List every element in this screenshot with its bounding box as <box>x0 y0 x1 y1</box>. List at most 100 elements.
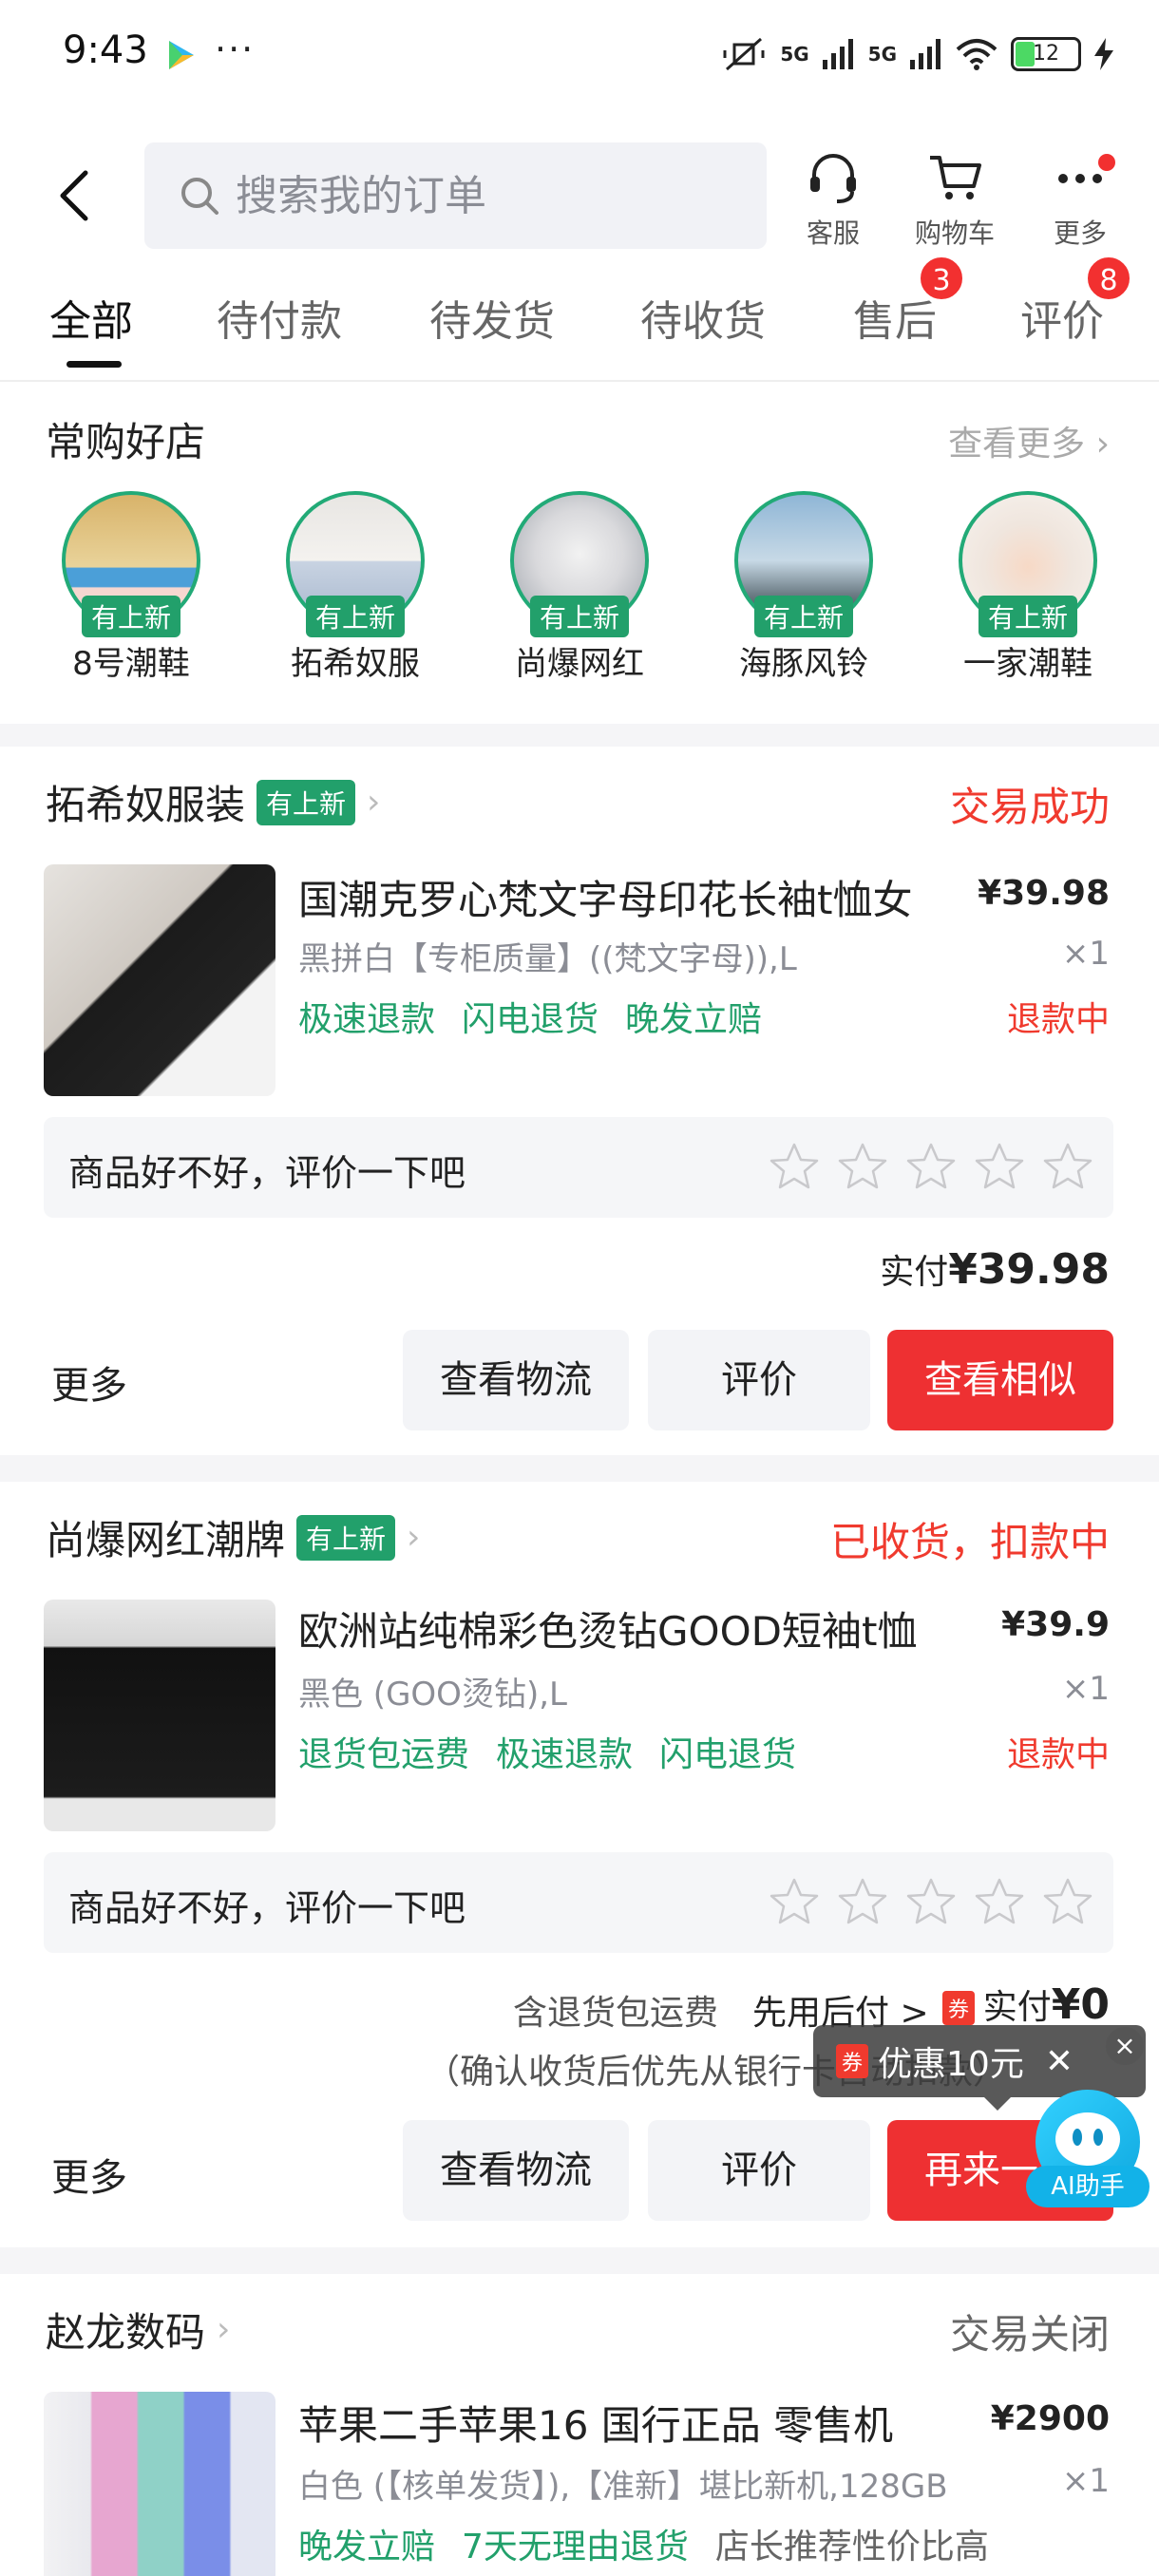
paid-value: ¥0 <box>1051 1980 1110 2029</box>
tab-pending-receipt[interactable]: 待收货 <box>640 287 766 348</box>
product-image[interactable] <box>44 1600 276 1831</box>
shop-item[interactable]: 有上新 拓希奴服 <box>275 491 436 684</box>
more-actions-button[interactable]: 更多 <box>51 1354 127 1410</box>
store-header[interactable]: 尚爆网红潮牌 有上新 › <box>46 1508 420 1566</box>
store-name: 尚爆网红潮牌 <box>46 1517 286 1563</box>
charging-icon <box>1094 38 1113 70</box>
back-icon[interactable] <box>55 169 93 222</box>
search-icon <box>181 178 218 215</box>
service-tag: 闪电退货 <box>659 1735 797 1774</box>
coupon-icon: 券 <box>836 2044 869 2078</box>
star-icon[interactable] <box>975 1877 1024 1926</box>
product-price: ¥39.98 <box>978 874 1110 913</box>
shop-item[interactable]: 有上新 海豚风铃 <box>723 491 884 684</box>
tab-pending-shipment[interactable]: 待发货 <box>429 287 555 348</box>
service-tags: 晚发立赔 7天无理由退货 店长推荐性价比高 <box>298 2519 989 2568</box>
service-tag: 极速退款 <box>298 1000 436 1039</box>
paid-amount: 实付¥39.98 <box>880 1244 1110 1294</box>
shop-item[interactable]: 有上新 一家潮鞋 <box>947 491 1109 684</box>
coupon-tooltip[interactable]: 券 优惠10元 ✕ <box>813 2025 1146 2111</box>
star-icon[interactable] <box>838 1877 887 1926</box>
store-header[interactable]: 赵龙数码 › <box>46 2301 230 2358</box>
star-icon[interactable] <box>770 1877 819 1926</box>
paid-value: ¥39.98 <box>948 1245 1110 1294</box>
view-logistics-button[interactable]: 查看物流 <box>403 1330 629 1430</box>
star-icon[interactable] <box>1043 1877 1092 1926</box>
search-box[interactable] <box>144 142 767 249</box>
star-icon[interactable] <box>1043 1142 1092 1191</box>
shop-name: 拓希奴服 <box>291 645 420 683</box>
close-icon[interactable]: ✕ <box>1045 2042 1074 2081</box>
search-row: 客服 购物车 更多 <box>0 133 1159 256</box>
product-title[interactable]: 欧洲站纯棉彩色烫钻GOOD短袖t恤 <box>298 1600 917 1657</box>
paid-label: 实付 <box>880 1253 949 1292</box>
product-price: ¥39.9 <box>1001 1605 1110 1644</box>
more-label: 更多 <box>1053 218 1107 249</box>
new-arrival-tag: 有上新 <box>256 779 356 825</box>
shop-name: 尚爆网红 <box>515 645 644 683</box>
product-image[interactable] <box>44 864 276 1096</box>
shop-name: 一家潮鞋 <box>963 645 1092 683</box>
active-tab-indicator <box>66 361 122 368</box>
tab-all[interactable]: 全部 <box>49 287 133 368</box>
store-name: 拓希奴服装 <box>46 782 246 828</box>
tab-reviews-label: 评价 <box>1020 297 1104 346</box>
tab-after-sales[interactable]: 售后 <box>853 287 937 348</box>
store-header[interactable]: 拓希奴服装 有上新 › <box>46 773 380 831</box>
top-header: 9:43 ··· 5G 5G 12 搜索我的订单 客服 购物车 更多 全部 待付… <box>0 0 1159 382</box>
wifi-icon <box>956 39 998 70</box>
rating-stars[interactable] <box>770 1877 1092 1926</box>
product-image[interactable] <box>44 2392 276 2576</box>
view-logistics-button[interactable]: 查看物流 <box>403 2120 629 2221</box>
more-actions-button[interactable]: 更多 <box>51 2147 127 2202</box>
product-spec: 白色 (【核单发货】),【准新】堪比新机,128GB <box>298 2468 948 2506</box>
shop-item[interactable]: 有上新 8号潮鞋 <box>50 491 212 684</box>
view-similar-button[interactable]: 查看相似 <box>887 1330 1113 1430</box>
refund-status[interactable]: 退款中 <box>1007 1727 1110 1776</box>
more-menu-button[interactable]: 更多 <box>1028 150 1132 249</box>
paid-amount: 实付¥0 <box>983 1979 1110 2029</box>
status-right: 5G 5G 12 <box>721 32 1113 76</box>
fav-shops-card: 常购好店 查看更多 › 有上新 8号潮鞋 有上新 拓希奴服 有上新 尚爆网红 有… <box>0 382 1159 724</box>
cart-button[interactable]: 购物车 <box>902 150 1007 249</box>
order-status: 交易成功 <box>949 784 1110 830</box>
shop-item[interactable]: 有上新 尚爆网红 <box>499 491 660 684</box>
customer-service-button[interactable]: 客服 <box>781 150 885 249</box>
return-shipping-note: 含退货包运费 <box>513 1994 719 2033</box>
see-more-link[interactable]: 查看更多 › <box>948 416 1110 465</box>
product-quantity: ×1 <box>1061 935 1110 973</box>
mute-vibrate-icon <box>723 37 765 71</box>
tab-pending-payment-label: 待付款 <box>217 297 342 346</box>
star-icon[interactable] <box>975 1142 1024 1191</box>
new-arrival-tag: 有上新 <box>753 596 854 637</box>
product-title[interactable]: 国潮克罗心梵文字母印花长袖t恤女 <box>298 868 912 926</box>
play-store-icon <box>169 41 194 69</box>
tab-reviews[interactable]: 评价 <box>1020 287 1104 348</box>
tab-all-label: 全部 <box>49 297 133 346</box>
star-icon[interactable] <box>770 1142 819 1191</box>
review-button[interactable]: 评价 <box>648 2120 870 2221</box>
refund-status[interactable]: 退款中 <box>1007 992 1110 1041</box>
new-arrival-tag: 有上新 <box>978 596 1078 637</box>
service-tag: 退货包运费 <box>298 1735 470 1774</box>
star-icon[interactable] <box>906 1877 956 1926</box>
status-bar: 9:43 ··· 5G 5G 12 <box>0 0 1159 109</box>
service-tag: 晚发立赔 <box>298 2528 436 2567</box>
service-tag: 7天无理由退货 <box>462 2528 689 2567</box>
tab-pending-payment[interactable]: 待付款 <box>217 287 342 348</box>
tab-pending-receipt-label: 待收货 <box>640 297 766 346</box>
product-title[interactable]: 苹果二手苹果16 国行正品 零售机 <box>298 2394 893 2452</box>
close-floating-icon[interactable]: × <box>1106 2027 1144 2065</box>
tab-pending-shipment-label: 待发货 <box>429 297 555 346</box>
rating-prompt[interactable]: 商品好不好，评价一下吧 <box>44 1117 1113 1218</box>
cart-icon <box>930 156 981 199</box>
star-icon[interactable] <box>906 1142 956 1191</box>
review-button[interactable]: 评价 <box>648 1330 870 1430</box>
coupon-text: 优惠10元 <box>878 2045 1024 2084</box>
ai-assistant-button[interactable]: AI助手 <box>1026 2090 1150 2213</box>
search-input[interactable] <box>236 171 749 220</box>
rating-stars[interactable] <box>770 1142 1092 1191</box>
rating-prompt[interactable]: 商品好不好，评价一下吧 <box>44 1852 1113 1953</box>
order-card: 拓希奴服装 有上新 › 交易成功 国潮克罗心梵文字母印花长袖t恤女 ¥39.98… <box>0 747 1159 1455</box>
star-icon[interactable] <box>838 1142 887 1191</box>
